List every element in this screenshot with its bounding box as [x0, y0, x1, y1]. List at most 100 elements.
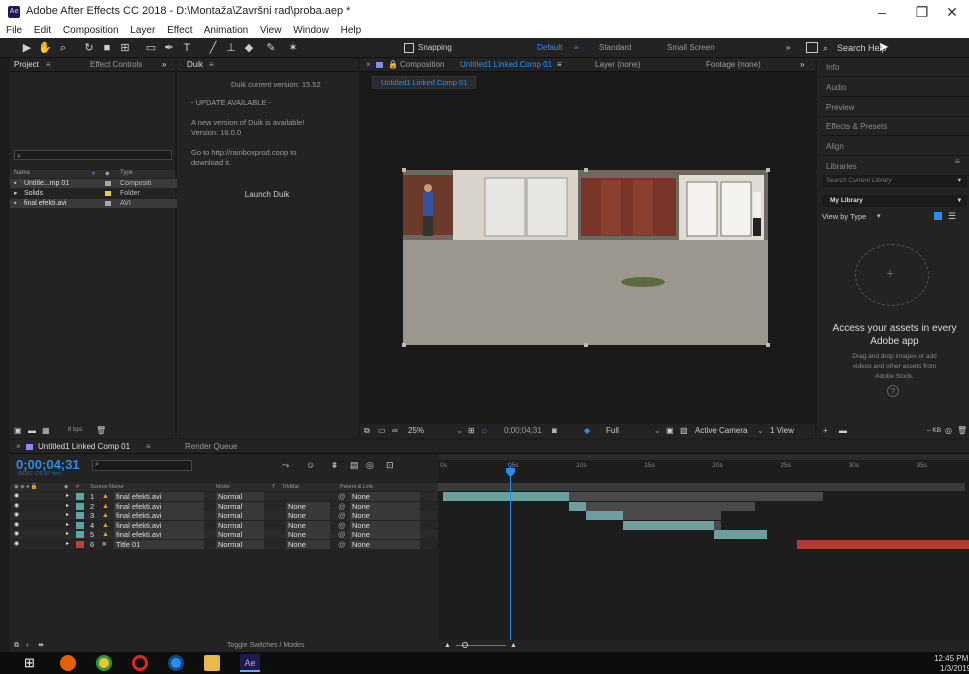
visibility-icon[interactable]: ◉ [14, 492, 19, 501]
col-parent[interactable]: Parent & Link [340, 483, 373, 491]
layer-row[interactable]: ◉ ▸ 1 ▲ final efekti.avi Normal @ None [10, 492, 448, 501]
pickwhip-icon[interactable]: @ [338, 492, 346, 501]
sort-icon[interactable]: ▾ [92, 170, 95, 177]
trash-icon[interactable]: 🗑 [957, 424, 967, 438]
close-tab-icon[interactable]: × [366, 58, 371, 72]
rectangle-tool-icon[interactable]: ▭ [144, 41, 158, 55]
composition-viewer[interactable] [403, 170, 768, 345]
layer-trkmat[interactable]: None [286, 520, 330, 530]
render-queue-tab[interactable]: Render Queue [185, 440, 237, 454]
pickwhip-icon[interactable]: @ [338, 530, 346, 539]
browser-icon[interactable] [168, 655, 184, 671]
layer-row[interactable]: ◉ ▸ 3 ▲ final efekti.avi Normal None @ None [10, 511, 448, 520]
layer-parent[interactable]: None [350, 530, 420, 539]
roto-brush-tool-icon[interactable]: ✎ [264, 41, 278, 55]
project-item[interactable]: ▪ final efekti.avi AVI [10, 199, 180, 208]
tab-layer[interactable]: Layer (none) [595, 58, 640, 72]
col-source-name[interactable]: Source Name [90, 483, 124, 491]
my-library-dropdown-icon[interactable]: ▾ [958, 195, 961, 207]
layer-mode[interactable]: Normal [216, 530, 264, 539]
interpret-footage-icon[interactable]: ▣ [14, 426, 22, 435]
transparency-grid-icon[interactable]: ▧ [680, 424, 688, 438]
col-mode[interactable]: Mode [216, 483, 230, 491]
layer-label-color[interactable] [76, 512, 84, 519]
view-by-type-dropdown-icon[interactable]: ▾ [877, 212, 881, 220]
zoom-tool-icon[interactable]: ⌕ [56, 41, 70, 55]
col-type-header[interactable]: Type [120, 170, 133, 176]
new-folder-icon[interactable]: ▬ [28, 426, 36, 435]
layer-label-color[interactable] [76, 521, 84, 529]
layer-row[interactable]: ◉ ▸ 6 ■ Title 01 Normal None @ None [10, 539, 448, 549]
layer-active-bar[interactable] [797, 539, 969, 549]
opera-icon[interactable] [132, 655, 148, 671]
layer-name[interactable]: final efekti.avi [114, 520, 204, 530]
time-graph[interactable]: 0s 05s 10s 15s 20s 25s 30s 35s [438, 454, 969, 640]
panel-audio[interactable]: Audio [822, 78, 969, 97]
more-tabs-icon[interactable]: » [162, 58, 166, 72]
layer-mode[interactable]: Normal [216, 501, 264, 511]
layer-name[interactable]: final efekti.avi [114, 501, 204, 511]
panel-libraries[interactable]: Libraries [822, 157, 969, 176]
draft-3d-icon[interactable]: ☺ [306, 460, 315, 470]
windows-start-icon[interactable]: ⊞ [24, 655, 40, 671]
graph-editor-icon[interactable]: ⊡ [386, 460, 394, 471]
pan-behind-tool-icon[interactable]: ⊞ [118, 41, 132, 55]
layer-row[interactable]: ◉ ▸ 4 ▲ final efekti.avi Normal None @ None [10, 520, 448, 530]
close-timeline-tab-icon[interactable]: × [16, 440, 21, 454]
camera-dropdown-icon[interactable]: ⌄ [757, 424, 764, 438]
layer-label-color[interactable] [76, 540, 84, 548]
puppet-tool-icon[interactable]: ✶ [286, 41, 300, 55]
work-area-bar[interactable] [438, 454, 969, 460]
layer-mode[interactable]: Normal [216, 492, 264, 501]
panel-align[interactable]: Align [822, 137, 969, 157]
layer-name[interactable]: Title 01 [114, 539, 204, 549]
toggle-switches-modes[interactable]: Toggle Switches / Modes [227, 640, 304, 652]
tab-effect-controls[interactable]: Effect Controls [90, 58, 142, 72]
zoom-select[interactable]: 25% [408, 424, 424, 438]
workspace-standard[interactable]: Standard [599, 43, 631, 52]
search-toggle-icon[interactable] [806, 42, 818, 53]
visibility-icon[interactable]: ◉ [14, 530, 19, 539]
file-explorer-icon[interactable] [204, 655, 220, 671]
twirl-icon[interactable]: ▸ [66, 492, 69, 501]
snapshot-icon[interactable]: ◙ [552, 424, 557, 438]
col-trkmat[interactable]: TrkMat [282, 483, 299, 491]
comp-flowchart-icon[interactable]: ⤳ [282, 460, 289, 471]
handle-tl[interactable] [402, 168, 406, 172]
label-color[interactable] [105, 181, 111, 186]
viewer-timecode[interactable]: 0;00;04;31 [504, 424, 542, 438]
visibility-icon[interactable]: ◉ [14, 502, 19, 511]
work-area-range[interactable] [438, 483, 965, 491]
timeline-tab[interactable]: Untitled1 Linked Comp 01 [38, 440, 130, 454]
layer-trkmat[interactable]: None [286, 501, 330, 511]
layer-active-bar[interactable] [586, 511, 624, 520]
zoom-dropdown-icon[interactable]: ⌄ [456, 424, 463, 438]
handle-bl[interactable] [402, 343, 406, 347]
clock-time[interactable]: 12:45 PM [934, 654, 968, 663]
menu-view[interactable]: View [260, 25, 282, 36]
col-name-header[interactable]: Name [14, 170, 30, 176]
menu-layer[interactable]: Layer [130, 25, 155, 36]
panel-info[interactable]: Info [822, 58, 969, 77]
menu-edit[interactable]: Edit [34, 25, 51, 36]
lock-icon[interactable]: 🔒 [388, 58, 398, 72]
resolution-dropdown-icon[interactable]: ⌄ [654, 424, 661, 438]
more-workspaces-icon[interactable]: » [786, 43, 790, 52]
twirl-icon[interactable]: ▸ [66, 530, 69, 539]
add-icon[interactable]: + [886, 265, 894, 281]
resolution-select[interactable]: Full [606, 424, 619, 438]
color-channel-icon[interactable]: ◆ [584, 424, 590, 438]
timeline-timecode[interactable]: 0;00;04;31 [16, 457, 80, 472]
layer-row[interactable]: ◉ ▸ 5 ▲ final efekti.avi Normal None @ None [10, 530, 448, 539]
pickwhip-icon[interactable]: @ [338, 540, 346, 549]
menu-help[interactable]: Help [341, 25, 362, 36]
mask-icon[interactable]: ∞ [392, 424, 398, 438]
workspace-menu-icon[interactable]: ≡ [574, 43, 579, 52]
roi-icon[interactable]: ▣ [666, 424, 674, 438]
my-library-select[interactable]: My Library ▾ [822, 195, 967, 207]
layer-mode[interactable]: Normal [216, 511, 264, 520]
bpc-label[interactable]: 8 bpc [68, 427, 83, 433]
after-effects-taskbar-icon[interactable]: Ae [240, 654, 260, 672]
layer-label-color[interactable] [76, 531, 84, 538]
camera-tool-icon[interactable]: ■ [100, 41, 114, 55]
